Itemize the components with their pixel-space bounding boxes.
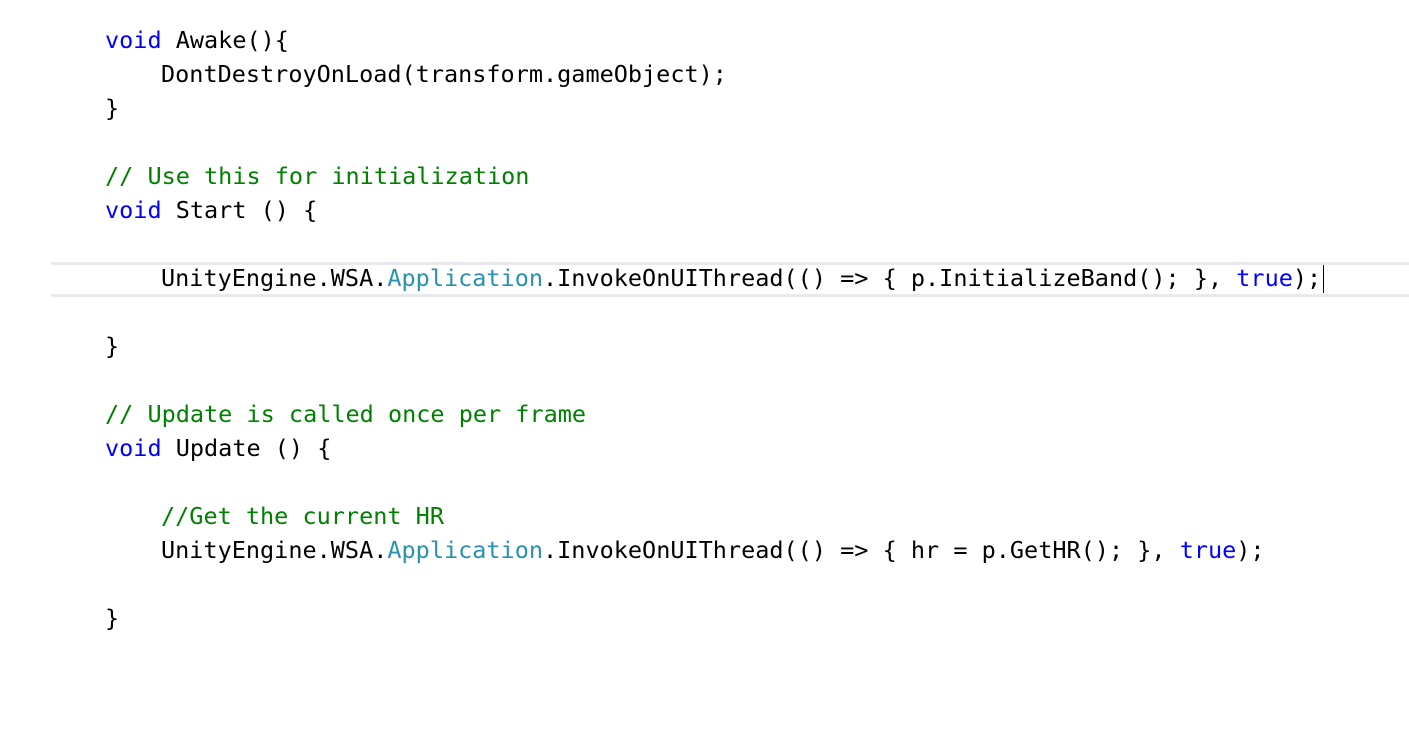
keyword-void: void — [105, 434, 162, 462]
namespace-text: UnityEngine.WSA. — [161, 264, 388, 292]
code-line-awake-close[interactable]: } — [0, 91, 1409, 125]
call-text: .InvokeOnUIThread(() => { p.InitializeBa… — [543, 264, 1237, 292]
comment-text: // Use this for initialization — [105, 162, 530, 190]
type-name: Application — [387, 264, 544, 292]
comment-text: // Update is called once per frame — [105, 400, 587, 428]
code-line-update-signature[interactable]: void Update () { — [0, 431, 1409, 465]
code-line-awake-body[interactable]: DontDestroyOnLoad(transform.gameObject); — [0, 57, 1409, 91]
method-signature: Start () { — [161, 196, 318, 224]
code-line-update-body[interactable]: UnityEngine.WSA.Application.InvokeOnUITh… — [0, 533, 1409, 567]
closing-brace: } — [105, 94, 120, 122]
closing-brace: } — [105, 332, 120, 360]
code-line-update-comment[interactable]: // Update is called once per frame — [0, 397, 1409, 431]
code-line-update-inner-comment[interactable]: //Get the current HR — [0, 499, 1409, 533]
statement-text: DontDestroyOnLoad(transform.gameObject); — [161, 60, 727, 88]
code-line-start-body[interactable]: UnityEngine.WSA.Application.InvokeOnUITh… — [0, 261, 1409, 295]
code-line-update-close[interactable]: } — [0, 601, 1409, 635]
keyword-true: true — [1236, 264, 1293, 292]
method-signature: Awake(){ — [161, 26, 289, 54]
code-line-start-signature[interactable]: void Start () { — [0, 193, 1409, 227]
call-end-text: ); — [1236, 536, 1265, 564]
comment-text: //Get the current HR — [161, 502, 444, 530]
keyword-void: void — [105, 196, 162, 224]
keyword-true: true — [1179, 536, 1237, 564]
code-editor[interactable]: void Awake(){ DontDestroyOnLoad(transfor… — [0, 0, 1409, 749]
type-name: Application — [387, 536, 544, 564]
call-end-text: ); — [1292, 264, 1322, 292]
keyword-void: void — [105, 26, 162, 54]
code-line-start-close[interactable]: } — [0, 329, 1409, 363]
method-signature: Update () { — [161, 434, 332, 462]
call-text: .InvokeOnUIThread(() => { hr = p.GetHR()… — [543, 536, 1180, 564]
code-line-awake-signature[interactable]: void Awake(){ — [0, 23, 1409, 57]
code-line-start-comment[interactable]: // Use this for initialization — [0, 159, 1409, 193]
closing-brace: } — [105, 604, 120, 632]
namespace-text: UnityEngine.WSA. — [161, 536, 388, 564]
